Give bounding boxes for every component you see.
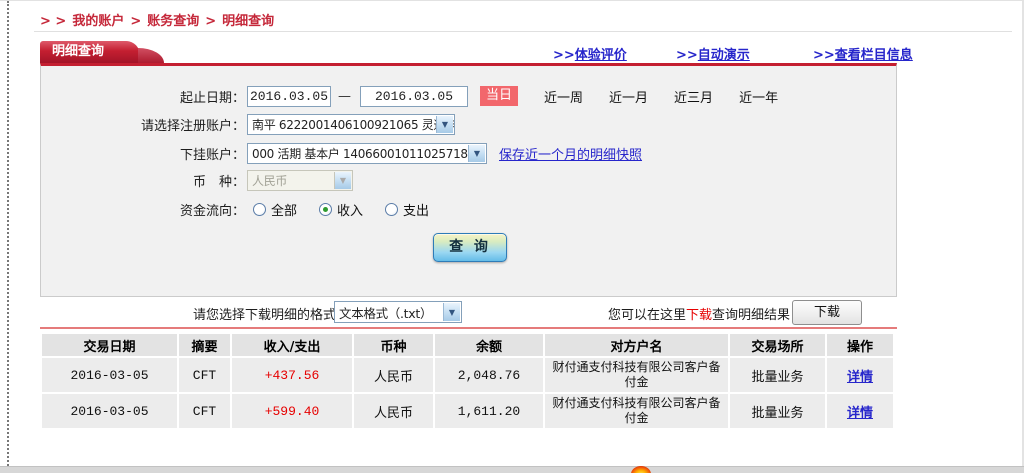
link-arrows: >>	[676, 48, 698, 63]
flow-option-label: 全部	[271, 200, 297, 219]
chevron-down-icon[interactable]: ▼	[443, 303, 460, 321]
range-last-month-button[interactable]: 近一月	[609, 87, 648, 106]
breadcrumb-separator: >	[205, 14, 216, 29]
tab-detail-query: 明细查询	[40, 41, 140, 63]
bottom-strip	[0, 466, 1024, 473]
flow-option-label: 收入	[337, 200, 363, 219]
detail-link[interactable]: 详情	[847, 366, 873, 385]
flow-option-label: 支出	[403, 200, 429, 219]
form-row-sub-account: 下挂账户： 000 活期 基本户 1406600101102571848 ▼ 保…	[40, 142, 890, 164]
link-label: 体验评价	[575, 48, 627, 63]
breadcrumb-item-detail-query[interactable]: 明细查询	[222, 14, 274, 29]
register-account-label: 请选择注册账户：	[40, 115, 245, 134]
cell-counterparty: 财付通支付科技有限公司客户备付金	[543, 358, 728, 392]
range-last-year-button[interactable]: 近一年	[739, 87, 778, 106]
col-header-currency: 币种	[352, 334, 433, 356]
cell-channel: 批量业务	[728, 358, 825, 392]
form-row-register-account: 请选择注册账户： 南平 6222001406100921065 灵通卡 ▼	[40, 113, 890, 135]
download-format-select[interactable]: 文本格式（.txt） ▼	[334, 301, 462, 323]
cell-channel: 批量业务	[728, 394, 825, 428]
cell-summary: CFT	[177, 358, 230, 392]
col-header-channel: 交易场所	[728, 334, 825, 356]
flow-label: 资金流向：	[40, 200, 245, 219]
left-dotted-border	[7, 1, 9, 473]
save-snapshot-link[interactable]: 保存近一个月的明细快照	[499, 144, 642, 163]
cell-currency: 人民币	[352, 358, 433, 392]
breadcrumb-item-my-account[interactable]: 我的账户	[72, 14, 124, 29]
sub-account-label: 下挂账户：	[40, 144, 245, 163]
cell-balance: 2,048.76	[433, 358, 543, 392]
radio-unchecked-icon	[253, 203, 266, 216]
date-range-dash: —	[338, 89, 351, 104]
detail-link[interactable]: 详情	[847, 402, 873, 421]
sub-account-select[interactable]: 000 活期 基本户 1406600101102571848 ▼	[247, 143, 487, 164]
cell-date: 2016-03-05	[42, 358, 177, 392]
form-row-flow: 资金流向： 全部 收入 支出	[40, 198, 890, 220]
cell-date: 2016-03-05	[42, 394, 177, 428]
link-auto-demo[interactable]: >>自动演示	[676, 44, 750, 63]
tab-title: 明细查询	[52, 44, 104, 59]
link-arrows: >>	[813, 48, 835, 63]
link-label: 自动演示	[698, 48, 750, 63]
col-header-date: 交易日期	[42, 334, 177, 356]
cell-amount: +437.56	[230, 358, 352, 392]
radio-unchecked-icon	[385, 203, 398, 216]
col-header-action: 操作	[825, 334, 893, 356]
register-account-select[interactable]: 南平 6222001406100921065 灵通卡 ▼	[247, 114, 455, 135]
download-format-label: 请您选择下载明细的格式	[193, 304, 336, 323]
cell-amount: +599.40	[230, 394, 352, 428]
breadcrumb-item-account-query[interactable]: 账务查询	[147, 14, 199, 29]
cell-summary: CFT	[177, 394, 230, 428]
form-row-currency: 币 种： 人民币 ▼	[40, 169, 890, 191]
download-hint: 您可以在这里下载查询明细结果	[608, 304, 790, 323]
breadcrumb-divider	[34, 31, 1012, 32]
currency-value: 人民币	[248, 172, 306, 189]
chevron-down-icon[interactable]: ▼	[436, 116, 453, 133]
sub-account-value: 000 活期 基本户 1406600101102571848	[248, 145, 486, 162]
range-last-week-button[interactable]: 近一周	[544, 87, 583, 106]
date-to-input[interactable]	[360, 86, 468, 107]
link-experience-rating[interactable]: >>体验评价	[553, 44, 627, 63]
download-hint-after: 查询明细结果	[712, 308, 790, 323]
cell-balance: 1,611.20	[433, 394, 543, 428]
query-button[interactable]: 查 询	[433, 233, 507, 262]
range-last-quarter-button[interactable]: 近三月	[674, 87, 713, 106]
flow-option-income[interactable]: 收入	[319, 200, 363, 219]
register-account-value: 南平 6222001406100921065 灵通卡	[248, 116, 454, 133]
date-from-input[interactable]	[247, 86, 331, 107]
flow-option-all[interactable]: 全部	[253, 200, 297, 219]
table-header-row: 交易日期 摘要 收入/支出 币种 余额 对方户名 交易场所 操作	[42, 334, 893, 356]
cell-currency: 人民币	[352, 394, 433, 428]
download-hint-before: 您可以在这里	[608, 308, 686, 323]
breadcrumb: > > 我的账户 > 账务查询 > 明细查询	[40, 10, 280, 29]
download-button[interactable]: 下载	[792, 300, 862, 325]
chevron-down-icon: ▼	[334, 172, 351, 189]
form-row-date-range: 起止日期： — 当日 近一周 近一月 近三月 近一年	[40, 85, 890, 107]
transactions-table: 交易日期 摘要 收入/支出 币种 余额 对方户名 交易场所 操作 2016-03…	[42, 334, 893, 430]
breadcrumb-separator: >	[130, 14, 141, 29]
link-arrows: >>	[553, 48, 575, 63]
currency-select-disabled: 人民币 ▼	[247, 170, 353, 191]
col-header-counterparty: 对方户名	[543, 334, 728, 356]
table-top-separator	[40, 327, 897, 329]
date-range-label: 起止日期：	[40, 87, 245, 106]
link-label: 查看栏目信息	[835, 48, 913, 63]
flow-option-expense[interactable]: 支出	[385, 200, 429, 219]
col-header-balance: 余额	[433, 334, 543, 356]
col-header-amount: 收入/支出	[230, 334, 352, 356]
breadcrumb-arrows: > >	[40, 14, 66, 29]
detail-query-page: > >我的账户>账务查询>明细查询 明细查询 >>体验评价 >>自动演示 >>查…	[0, 0, 1024, 473]
download-format-value: 文本格式（.txt）	[335, 303, 451, 322]
chevron-down-icon[interactable]: ▼	[468, 145, 485, 162]
download-hint-link[interactable]: 下载	[686, 308, 712, 323]
currency-label: 币 种：	[40, 171, 245, 190]
link-column-info[interactable]: >>查看栏目信息	[813, 44, 913, 63]
col-header-summary: 摘要	[177, 334, 230, 356]
table-row: 2016-03-05 CFT +599.40 人民币 1,611.20 财付通支…	[42, 394, 893, 428]
today-button[interactable]: 当日	[480, 86, 518, 106]
cell-counterparty: 财付通支付科技有限公司客户备付金	[543, 394, 728, 428]
radio-checked-icon	[319, 203, 332, 216]
table-row: 2016-03-05 CFT +437.56 人民币 2,048.76 财付通支…	[42, 358, 893, 392]
